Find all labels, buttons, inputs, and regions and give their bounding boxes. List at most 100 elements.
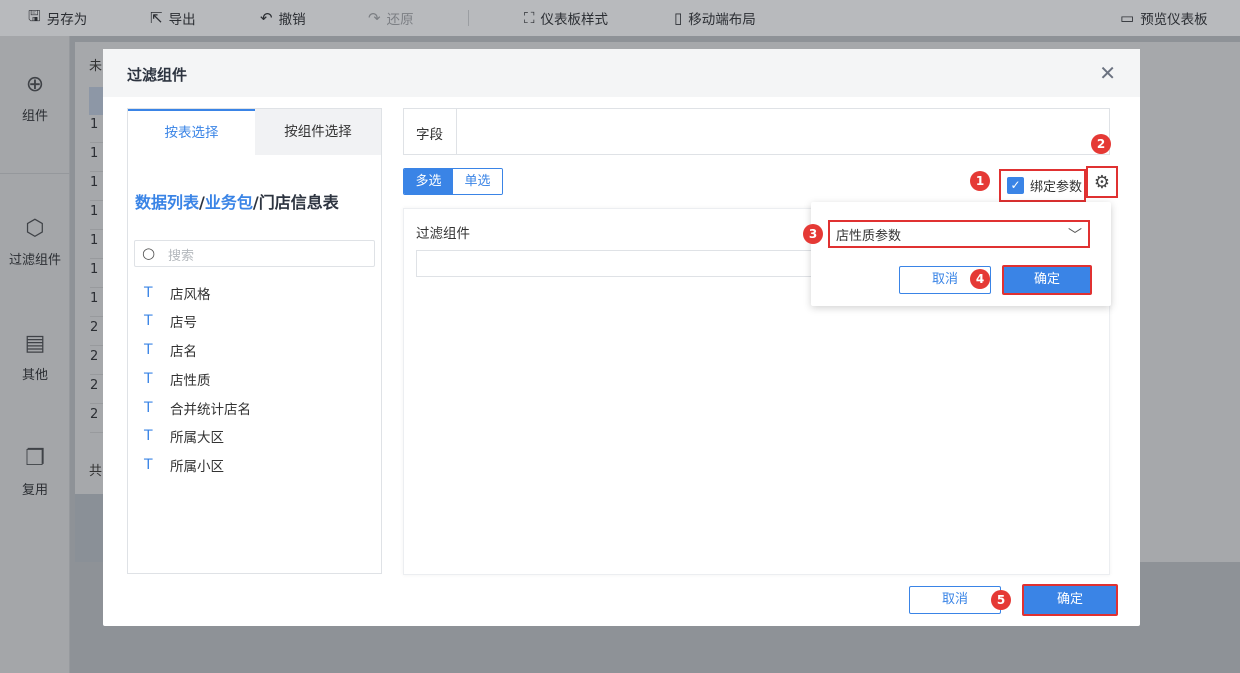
field-label: 店名	[170, 344, 197, 360]
search-placeholder: 搜索	[168, 249, 195, 264]
text-type-icon: T	[144, 428, 153, 444]
cube-icon: ⬡	[25, 216, 45, 241]
redo-icon: ↷	[368, 9, 381, 27]
bg-table-row: 2	[90, 378, 104, 404]
dialog-header: 过滤组件 ✕	[103, 49, 1140, 97]
redo-label: 还原	[386, 12, 414, 28]
breadcrumb-data-list[interactable]: 数据列表	[135, 193, 199, 212]
param-select[interactable]: 店性质参数 ﹀	[828, 220, 1090, 248]
undo-label: 撤销	[278, 12, 306, 28]
sidebar-filter-label: 过滤组件	[8, 253, 61, 268]
bg-table-footer: 共	[89, 464, 103, 479]
field-label: 字段	[416, 127, 443, 143]
sidebar-divider	[0, 173, 70, 174]
top-toolbar: 🖫 另存为 ⇱ 导出 ↶ 撤销 ↷ 还原 ⛶ 仪表板样式 ▯ 移动端布局 ▭ 预览仪表板	[0, 0, 1240, 36]
step-badge-5: 5	[991, 590, 1011, 610]
field-label: 店风格	[170, 287, 211, 303]
text-type-icon: T	[144, 457, 153, 473]
sidebar-item-reuse[interactable]: ❐ 复用	[0, 446, 70, 498]
sidebar-item-filter[interactable]: ⬡ 过滤组件	[0, 216, 70, 268]
bg-table-row: 2	[90, 349, 104, 375]
dialog-title: 过滤组件	[127, 66, 188, 84]
field-divider	[456, 109, 457, 154]
gear-icon[interactable]: ⚙	[1086, 166, 1118, 198]
bg-table-row: 1	[90, 175, 104, 201]
bg-table-row: 1	[90, 146, 104, 172]
bg-table-row: 2	[90, 320, 104, 346]
selection-mode-toggle: 多选 单选	[403, 168, 503, 195]
breadcrumb-business-pack[interactable]: 业务包	[205, 193, 253, 212]
left-sidebar: ⊕ 组件 ⬡ 过滤组件 ▤ 其他 ❐ 复用	[0, 36, 70, 673]
field-drop-zone[interactable]: 字段	[403, 108, 1110, 155]
bg-table-row: 1	[90, 117, 104, 143]
breadcrumb-table: 门店信息表	[258, 193, 339, 212]
multi-select-button[interactable]: 多选	[404, 169, 453, 194]
save-as-button[interactable]: 🖫 另存为	[28, 0, 87, 36]
export-icon: ⇱	[150, 9, 163, 27]
ok-button[interactable]: 确定	[1022, 584, 1118, 616]
preview-dashboard-button[interactable]: ▭ 预览仪表板	[1120, 0, 1208, 36]
list-item[interactable]: T 店性质	[144, 369, 211, 389]
popup-ok-button[interactable]: 确定	[1002, 265, 1092, 295]
bg-table-row: 1	[90, 262, 104, 288]
redo-button[interactable]: ↷ 还原	[368, 0, 414, 36]
export-label: 导出	[168, 12, 196, 28]
search-icon: ○	[142, 244, 156, 262]
bg-table-row: 1	[90, 291, 104, 317]
list-item[interactable]: T 所属大区	[144, 426, 224, 446]
search-input[interactable]: ○ 搜索	[134, 240, 375, 267]
bg-table-row: 1	[90, 233, 104, 259]
dashboard-style-button[interactable]: ⛶ 仪表板样式	[524, 0, 608, 36]
data-source-panel: 按表选择 按组件选择 数据列表/业务包/门店信息表 ○ 搜索 T 店风格 T 店号 …	[127, 108, 382, 574]
tab-by-table[interactable]: 按表选择	[128, 109, 255, 155]
save-icon: 🖫	[28, 6, 41, 25]
tab-by-component[interactable]: 按组件选择	[255, 109, 381, 155]
filter-preview-input[interactable]	[416, 250, 816, 277]
checkbox-checked-icon: ✓	[1007, 177, 1024, 194]
sidebar-item-component[interactable]: ⊕ 组件	[0, 72, 70, 124]
monitor-icon: ▭	[1120, 9, 1135, 27]
bg-table-head-cell	[89, 87, 103, 115]
mobile-icon: ▯	[674, 9, 683, 27]
field-label: 店号	[170, 315, 197, 331]
sidebar-item-other[interactable]: ▤ 其他	[0, 331, 70, 383]
add-circle-icon: ⊕	[25, 72, 45, 97]
filter-preview-label: 过滤组件	[416, 226, 470, 242]
bg-table-row: 2	[90, 407, 104, 433]
list-item[interactable]: T 店号	[144, 311, 197, 331]
step-badge-3: 3	[803, 224, 823, 244]
field-label: 店性质	[170, 373, 211, 389]
copy-icon: ❐	[25, 446, 45, 471]
bind-param-checkbox[interactable]: ✓ 绑定参数	[999, 169, 1086, 202]
cancel-button[interactable]: 取消	[909, 586, 1001, 614]
text-type-icon: T	[144, 285, 153, 301]
save-as-label: 另存为	[46, 12, 88, 28]
mobile-layout-label: 移动端布局	[688, 12, 756, 28]
undo-button[interactable]: ↶ 撤销	[260, 0, 306, 36]
dashboard-style-label: 仪表板样式	[540, 12, 609, 28]
text-type-icon: T	[144, 342, 153, 358]
filter-component-dialog: 过滤组件 ✕ 按表选择 按组件选择 数据列表/业务包/门店信息表 ○ 搜索 T 店…	[103, 49, 1140, 626]
sidebar-reuse-label: 复用	[21, 483, 48, 498]
toolbar-divider	[468, 10, 469, 26]
list-item[interactable]: T 合并统计店名	[144, 398, 251, 418]
list-item[interactable]: T 店名	[144, 340, 197, 360]
chevron-down-icon: ﹀	[1068, 228, 1082, 244]
single-select-button[interactable]: 单选	[453, 169, 502, 194]
text-type-icon: T	[144, 371, 153, 387]
text-type-icon: T	[144, 400, 153, 416]
step-badge-2: 2	[1091, 134, 1111, 154]
field-label: 所属小区	[170, 459, 224, 475]
field-label: 所属大区	[170, 430, 224, 446]
close-icon[interactable]: ✕	[1099, 61, 1116, 85]
text-type-icon: T	[144, 313, 153, 329]
list-item[interactable]: T 店风格	[144, 283, 211, 303]
field-label: 合并统计店名	[170, 402, 251, 418]
export-button[interactable]: ⇱ 导出	[150, 0, 196, 36]
list-item[interactable]: T 所属小区	[144, 455, 224, 475]
sidebar-component-label: 组件	[21, 109, 48, 124]
mobile-layout-button[interactable]: ▯ 移动端布局	[674, 0, 756, 36]
preview-label: 预览仪表板	[1140, 12, 1208, 28]
bg-table-header: 未	[89, 59, 103, 74]
palette-icon: ⛶	[524, 9, 535, 27]
